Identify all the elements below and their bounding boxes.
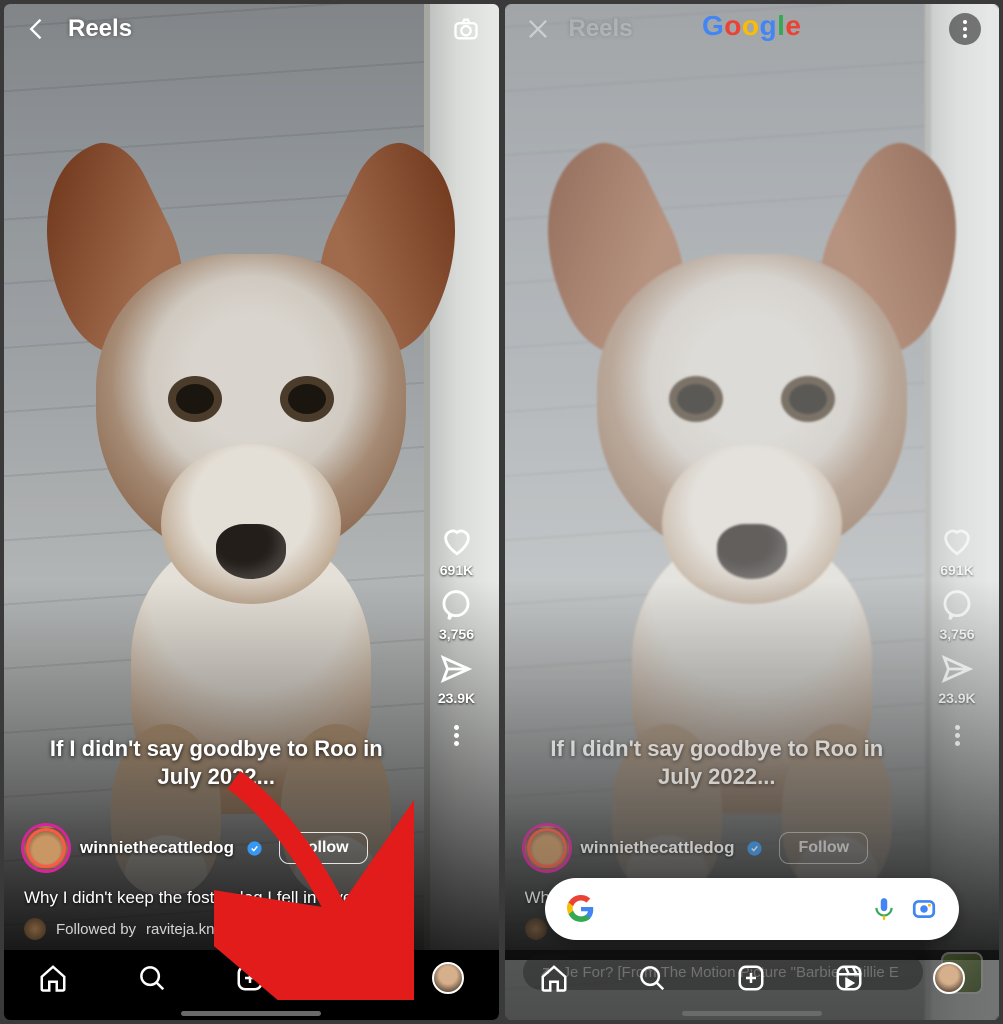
nav-profile-avatar: [933, 962, 965, 994]
share-button: 23.9K: [938, 652, 975, 706]
google-search-bar[interactable]: [545, 878, 960, 940]
bottom-nav: [4, 950, 499, 1020]
nav-create-icon: [736, 963, 766, 993]
followed-by-prefix: Followed by: [56, 921, 136, 938]
video-caption: If I didn't say goodbye to Roo in July 2…: [4, 735, 429, 790]
comment-count: 3,756: [439, 626, 474, 642]
nav-home-icon[interactable]: [38, 963, 68, 993]
followed-by-row[interactable]: Followed by raviteja.knts: [24, 918, 226, 940]
like-count: 691K: [940, 562, 973, 578]
author-username[interactable]: winniethecattledog: [80, 838, 234, 858]
followed-by-name: raviteja.knts: [146, 921, 226, 938]
screen-title: Reels: [68, 15, 435, 43]
phone-left: Reels If I didn't say goodbye to Roo in …: [4, 4, 499, 1020]
nav-home-icon: [539, 963, 569, 993]
action-rail: 691K 3,756 23.9K: [927, 524, 987, 749]
share-count: 23.9K: [438, 690, 475, 706]
follower-avatar: [24, 918, 46, 940]
follow-button: Follow: [779, 832, 868, 864]
reel-description[interactable]: Why I didn't keep the foster dog I fell …: [24, 888, 429, 908]
comment-count: 3,756: [939, 626, 974, 642]
caption-text: If I didn't say goodbye to Roo in July 2…: [34, 735, 399, 790]
author-row[interactable]: winniethecattledog Follow: [24, 826, 429, 870]
camera-icon[interactable]: [451, 14, 481, 44]
comment-icon: [940, 588, 974, 622]
like-count: 691K: [440, 562, 473, 578]
action-rail: 691K 3,756 23.9K: [427, 524, 487, 749]
heart-icon: [940, 524, 974, 558]
google-g-icon: [567, 895, 595, 923]
mic-icon[interactable]: [871, 896, 897, 922]
nav-search-icon: [637, 963, 667, 993]
author-avatar[interactable]: [24, 826, 68, 870]
verified-badge-icon: [746, 840, 763, 857]
author-username: winniethecattledog: [581, 838, 735, 858]
nav-profile-avatar[interactable]: [432, 962, 464, 994]
phone-right: Reels Google If I didn't say goodbye to …: [505, 4, 1000, 1020]
comment-icon: [439, 588, 473, 622]
verified-badge-icon: [246, 840, 263, 857]
follow-button[interactable]: Follow: [279, 832, 368, 864]
home-indicator[interactable]: [682, 1011, 822, 1016]
like-button: 691K: [940, 524, 974, 578]
google-logo-text: Google: [505, 10, 1000, 42]
share-count: 23.9K: [938, 690, 975, 706]
comment-button[interactable]: 3,756: [439, 588, 474, 642]
back-arrow-icon[interactable]: [22, 14, 52, 44]
home-indicator[interactable]: [181, 1011, 321, 1016]
nav-reels-icon[interactable]: [334, 963, 364, 993]
heart-icon: [440, 524, 474, 558]
comment-button: 3,756: [939, 588, 974, 642]
more-options-button: [955, 722, 960, 749]
share-button[interactable]: 23.9K: [438, 652, 475, 706]
caption-text: If I didn't say goodbye to Roo in July 2…: [535, 735, 900, 790]
author-avatar: [525, 826, 569, 870]
video-caption: If I didn't say goodbye to Roo in July 2…: [505, 735, 930, 790]
bottom-nav-dim: [505, 950, 1000, 1020]
author-row: winniethecattledog Follow: [525, 826, 930, 870]
send-icon: [439, 652, 473, 686]
lens-icon[interactable]: [911, 896, 937, 922]
nav-search-icon[interactable]: [137, 963, 167, 993]
follower-avatar: [525, 918, 547, 940]
top-bar: Reels: [4, 4, 499, 54]
send-icon: [940, 652, 974, 686]
more-options-button[interactable]: [454, 722, 459, 749]
nav-reels-icon: [834, 963, 864, 993]
nav-create-icon[interactable]: [235, 963, 265, 993]
like-button[interactable]: 691K: [440, 524, 474, 578]
